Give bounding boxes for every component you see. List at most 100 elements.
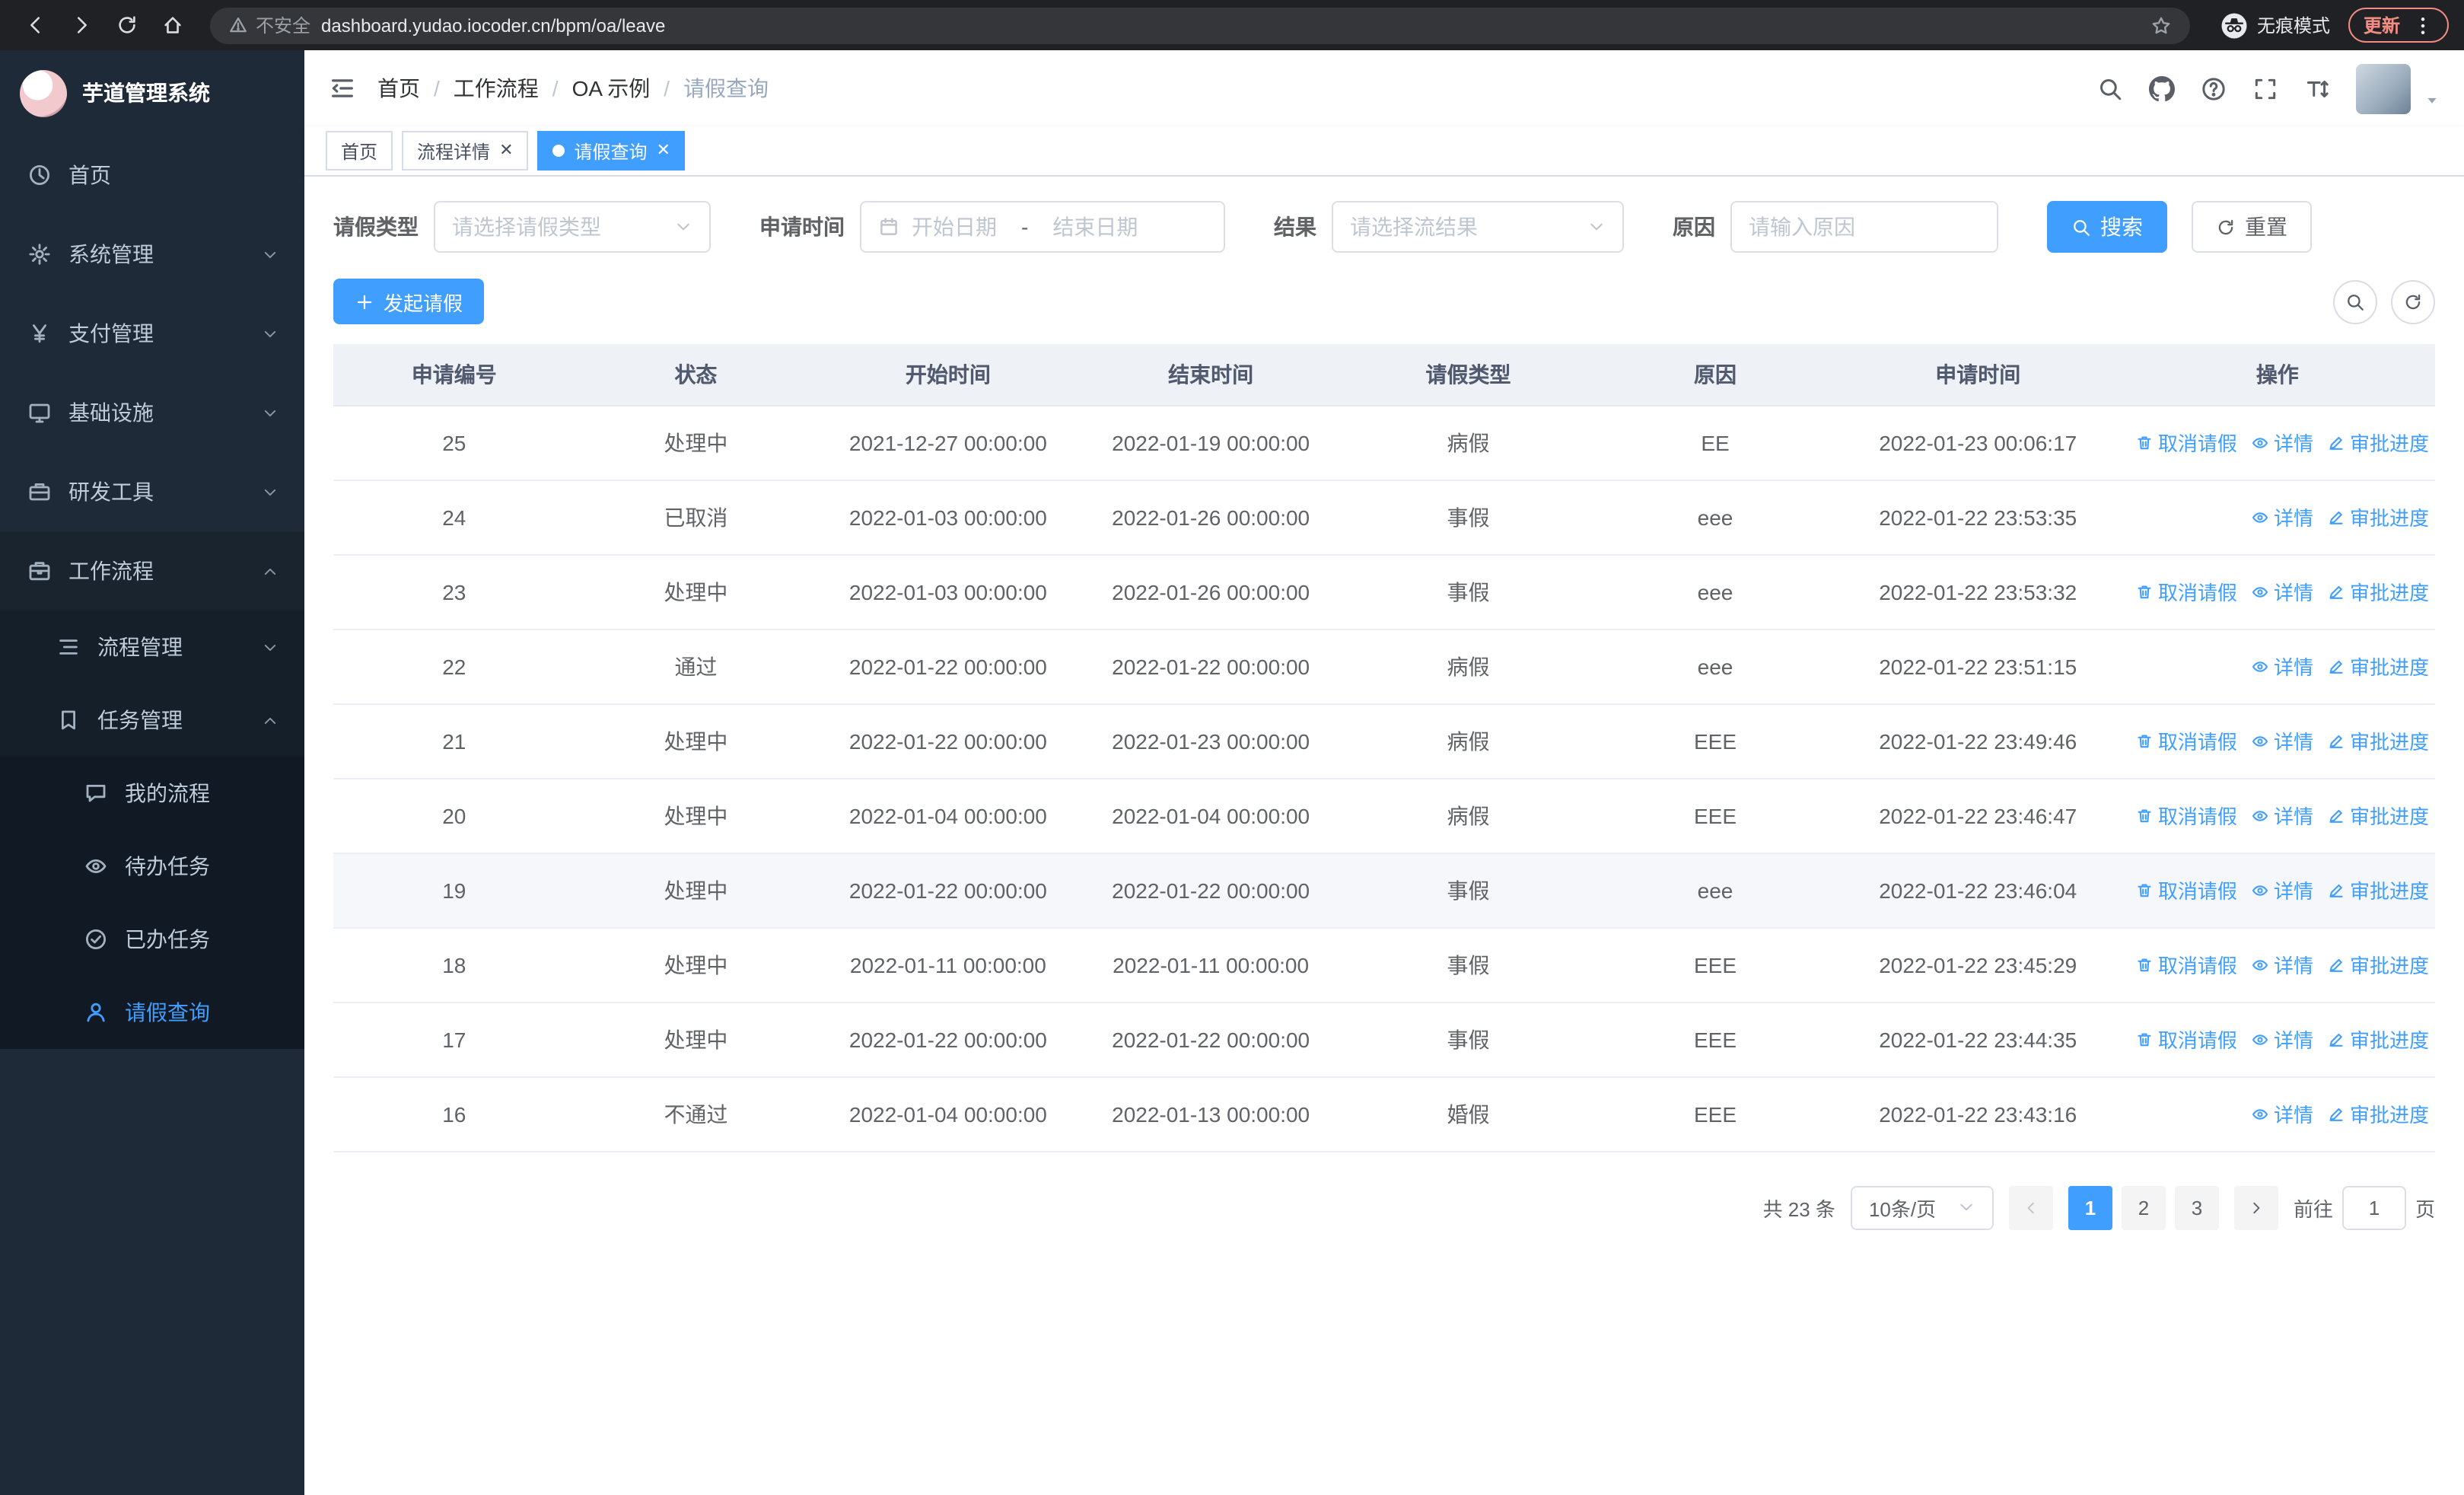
action-progress-link[interactable]: 审批进度 [2327, 502, 2429, 531]
sidebar-item-infra[interactable]: 基础设施 [0, 373, 304, 452]
action-progress-link[interactable]: 审批进度 [2327, 1025, 2429, 1054]
reload-button[interactable] [107, 5, 146, 45]
back-button[interactable] [15, 5, 55, 45]
action-detail-link[interactable]: 详情 [2251, 577, 2313, 606]
avatar-caret-icon[interactable] [2424, 92, 2440, 113]
next-page-button[interactable] [2233, 1185, 2278, 1229]
table-row: 23 处理中 2022-01-03 00:00:00 2022-01-26 00:00… [333, 554, 2435, 630]
header-search-icon[interactable] [2097, 75, 2123, 101]
action-progress-link[interactable]: 审批进度 [2327, 652, 2429, 681]
action-detail-link[interactable]: 详情 [2251, 652, 2313, 681]
browser-update-button[interactable]: 更新 [2348, 8, 2449, 43]
goto-page-input[interactable] [2341, 1185, 2406, 1229]
address-bar[interactable]: 不安全 dashboard.yudao.iocoder.cn/bpm/oa/le… [210, 7, 2190, 43]
sidebar-item-todo-tasks[interactable]: 待办任务 [0, 830, 304, 903]
breadcrumb-item[interactable]: 首页 [377, 73, 420, 104]
sidebar-item-devtools[interactable]: 研发工具 [0, 452, 304, 531]
action-cancel-link[interactable]: 取消请假 [2135, 950, 2237, 979]
action-label: 审批进度 [2349, 656, 2429, 679]
action-progress-link[interactable]: 审批进度 [2327, 577, 2429, 606]
action-detail-link[interactable]: 详情 [2251, 428, 2313, 457]
sidebar-item-done-tasks[interactable]: 已办任务 [0, 903, 304, 976]
page-button-1[interactable]: 1 [2068, 1185, 2112, 1229]
font-size-icon[interactable] [2304, 75, 2330, 101]
reset-button[interactable]: 重置 [2192, 201, 2312, 253]
action-progress-link[interactable]: 审批进度 [2327, 428, 2429, 457]
action-cancel-link[interactable]: 取消请假 [2135, 1025, 2237, 1054]
action-cancel-link[interactable]: 取消请假 [2135, 801, 2237, 830]
sidebar-collapse-icon[interactable] [329, 75, 356, 102]
action-detail-link[interactable]: 详情 [2251, 801, 2313, 830]
back-icon [24, 14, 46, 37]
breadcrumb-item[interactable]: OA 示例 [572, 73, 651, 104]
app-logo[interactable]: 芋道管理系统 [0, 50, 304, 135]
sidebar-item-workflow[interactable]: 工作流程 [0, 531, 304, 610]
action-cancel-link[interactable]: 取消请假 [2135, 428, 2237, 457]
action-cancel-link[interactable]: 取消请假 [2135, 726, 2237, 755]
eye-icon [2251, 433, 2269, 451]
user-avatar[interactable] [2356, 63, 2411, 113]
screen: 不安全 dashboard.yudao.iocoder.cn/bpm/oa/le… [0, 0, 2464, 1495]
action-cancel-link[interactable]: 取消请假 [2135, 875, 2237, 904]
yen-icon [26, 321, 52, 346]
action-detail-link[interactable]: 详情 [2251, 950, 2313, 979]
date-range-picker[interactable]: 开始日期 - 结束日期 [860, 201, 1225, 253]
tab-home[interactable]: 首页 [326, 131, 393, 171]
page-button-2[interactable]: 2 [2121, 1185, 2166, 1229]
chevron-up-icon [262, 563, 279, 579]
cell-reason: EEE [1594, 778, 1836, 853]
goto-suffix: 页 [2415, 1197, 2435, 1220]
table-refresh-button[interactable] [2391, 279, 2435, 324]
tab-leave-query[interactable]: 请假查询 ✕ [537, 131, 686, 171]
page-button-3[interactable]: 3 [2174, 1185, 2219, 1229]
action-progress-link[interactable]: 审批进度 [2327, 950, 2429, 979]
tab-process-detail[interactable]: 流程详情 ✕ [402, 131, 529, 171]
sidebar-item-process-mgmt[interactable]: 流程管理 [0, 610, 304, 684]
page-size-select[interactable]: 10条/页 [1850, 1185, 1994, 1229]
cell-id: 18 [333, 927, 575, 1003]
action-detail-link[interactable]: 详情 [2251, 875, 2313, 904]
close-icon[interactable]: ✕ [499, 142, 513, 159]
cell-start: 2022-01-22 00:00:00 [817, 853, 1080, 928]
leave-type-label: 请假类型 [333, 215, 419, 239]
breadcrumb-item[interactable]: 工作流程 [454, 73, 539, 104]
page-size-value: 10条/页 [1868, 1197, 1937, 1220]
create-leave-button[interactable]: 发起请假 [333, 279, 485, 324]
result-select[interactable]: 请选择流结果 [1332, 201, 1624, 253]
action-detail-link[interactable]: 详情 [2251, 1099, 2313, 1128]
forward-button[interactable] [61, 5, 100, 45]
action-progress-link[interactable]: 审批进度 [2327, 801, 2429, 830]
leave-type-select[interactable]: 请选择请假类型 [434, 201, 711, 253]
sidebar-item-leave-query[interactable]: 请假查询 [0, 976, 304, 1049]
action-detail-link[interactable]: 详情 [2251, 1025, 2313, 1054]
action-progress-link[interactable]: 审批进度 [2327, 726, 2429, 755]
security-warning-label: 不安全 [256, 15, 311, 37]
close-icon[interactable]: ✕ [657, 142, 670, 159]
action-detail-link[interactable]: 详情 [2251, 502, 2313, 531]
action-cancel-link[interactable]: 取消请假 [2135, 577, 2237, 606]
sidebar-item-home[interactable]: 首页 [0, 135, 304, 215]
github-icon[interactable] [2149, 75, 2175, 101]
main-area: 首页 / 工作流程 / OA 示例 / 请假查询 首页 流程详情 ✕ 请假查询 ✕ 请假类型 [304, 50, 2464, 1495]
action-progress-link[interactable]: 审批进度 [2327, 1099, 2429, 1128]
home-button[interactable] [152, 5, 192, 45]
reason-input[interactable] [1749, 215, 1980, 239]
security-indicator[interactable]: 不安全 [228, 12, 310, 38]
table-search-button[interactable] [2333, 279, 2377, 324]
edit-icon [2327, 881, 2345, 899]
action-progress-link[interactable]: 审批进度 [2327, 875, 2429, 904]
tab-label: 流程详情 [417, 141, 491, 162]
active-dot [552, 145, 565, 157]
action-detail-link[interactable]: 详情 [2251, 726, 2313, 755]
bookmark-star-icon[interactable] [2150, 14, 2172, 36]
sidebar-item-task-mgmt[interactable]: 任务管理 [0, 684, 304, 757]
sidebar-item-system[interactable]: 系统管理 [0, 215, 304, 294]
sidebar-item-my-process[interactable]: 我的流程 [0, 757, 304, 830]
fullscreen-icon[interactable] [2252, 75, 2278, 101]
sidebar-item-payment[interactable]: 支付管理 [0, 294, 304, 373]
help-icon[interactable] [2201, 75, 2227, 101]
prev-page-button[interactable] [2008, 1185, 2053, 1229]
kebab-menu-icon[interactable] [2412, 14, 2434, 36]
cell-actions: 取消请假 详情 审批进度 [2119, 778, 2435, 853]
search-button[interactable]: 搜索 [2047, 201, 2167, 253]
